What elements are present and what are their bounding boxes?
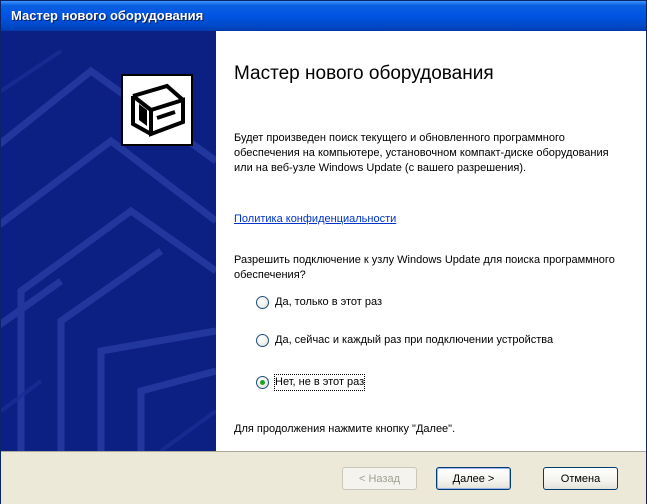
continue-instruction: Для продолжения нажмите кнопку "Далее". — [234, 423, 456, 435]
back-button[interactable]: < Назад — [342, 467, 417, 490]
page-title: Мастер нового оборудования — [234, 63, 494, 84]
wizard-window: Мастер нового оборудования Мастер нового… — [0, 0, 647, 504]
button-bar: < Назад Далее > Отмена — [1, 451, 646, 504]
radio-button-selected[interactable] — [256, 376, 269, 389]
next-button[interactable]: Далее > — [436, 467, 511, 490]
radio-label: Нет, не в этот раз — [273, 374, 366, 391]
radio-option-no[interactable]: Нет, не в этот раз — [256, 374, 366, 391]
privacy-policy-link[interactable]: Политика конфиденциальности — [234, 213, 396, 225]
radio-label: Да, сейчас и каждый раз при подключении … — [275, 334, 554, 346]
wizard-content: Мастер нового оборудования Будет произве… — [216, 31, 646, 451]
radio-option-yes-always[interactable]: Да, сейчас и каждый раз при подключении … — [256, 333, 586, 348]
radio-button[interactable] — [256, 296, 269, 309]
radio-label: Да, только в этот раз — [275, 296, 383, 308]
cancel-button[interactable]: Отмена — [543, 467, 618, 490]
description-text: Будет произведен поиск текущего и обновл… — [234, 132, 609, 174]
title-bar[interactable]: Мастер нового оборудования — [1, 1, 646, 31]
hardware-device-icon — [121, 74, 193, 146]
update-question: Разрешить подключение к узлу Windows Upd… — [234, 254, 615, 281]
radio-option-yes-once[interactable]: Да, только в этот раз — [256, 295, 382, 310]
radio-button[interactable] — [256, 334, 269, 347]
wizard-side-panel — [1, 31, 216, 451]
window-title: Мастер нового оборудования — [11, 8, 204, 23]
